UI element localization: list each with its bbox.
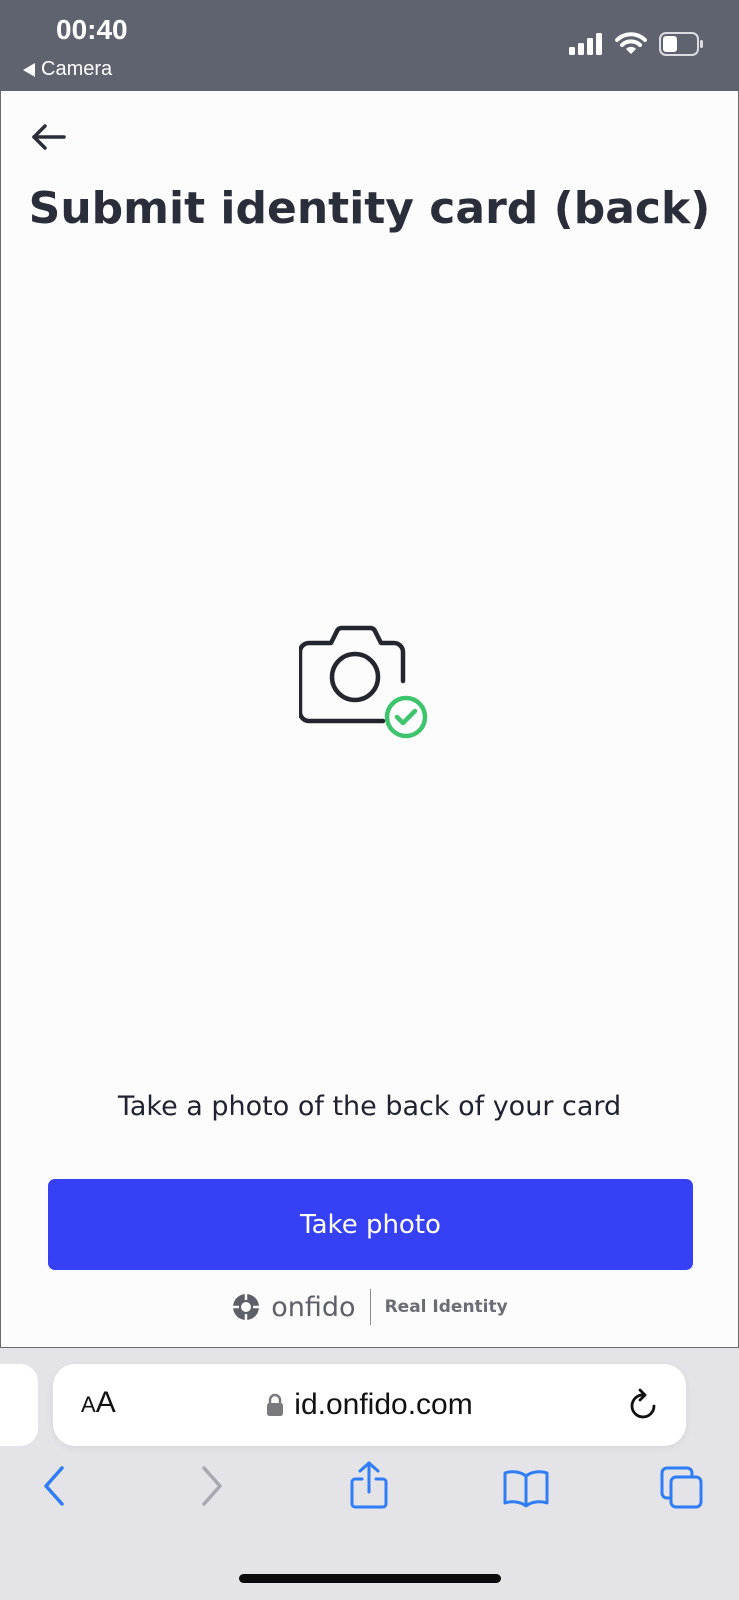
instruction-text: Take a photo of the back of your card — [117, 1091, 622, 1122]
web-page: Submit identity card (back) Take a photo… — [0, 91, 739, 1348]
back-icon[interactable] — [40, 1464, 70, 1508]
take-photo-button[interactable]: Take photo — [48, 1179, 693, 1270]
onfido-branding: onfido Real Identity — [1, 1287, 738, 1327]
status-bar: 00:40 Camera — [0, 0, 739, 91]
previous-tab-peek[interactable] — [0, 1364, 38, 1446]
brand-name: onfido — [271, 1291, 356, 1323]
brand-tagline: Real Identity — [384, 1297, 508, 1317]
browser-toolbar — [0, 1440, 739, 1540]
back-arrow-icon[interactable] — [31, 123, 67, 151]
tabs-icon[interactable] — [660, 1466, 704, 1510]
url-display[interactable]: id.onfido.com — [53, 1364, 686, 1446]
back-app-label: Camera — [41, 58, 113, 80]
lock-icon — [267, 1393, 284, 1416]
camera-check-icon — [299, 625, 428, 739]
address-bar[interactable]: AA id.onfido.com — [53, 1364, 686, 1446]
bookmarks-icon[interactable] — [502, 1468, 550, 1508]
back-to-app-link[interactable]: Camera — [23, 58, 112, 81]
battery-icon — [659, 32, 703, 56]
signal-icon — [569, 33, 602, 55]
wifi-icon — [615, 32, 647, 54]
home-indicator — [239, 1574, 501, 1583]
forward-icon[interactable] — [196, 1464, 226, 1508]
back-triangle-icon — [23, 62, 35, 77]
status-time: 00:40 — [56, 14, 128, 45]
page-title: Submit identity card (back) — [28, 183, 711, 234]
share-icon[interactable] — [349, 1460, 389, 1510]
status-icons — [569, 32, 705, 56]
reload-icon[interactable] — [628, 1388, 660, 1422]
url-text: id.onfido.com — [294, 1388, 473, 1421]
brand-divider — [369, 1289, 371, 1325]
onfido-logo-icon — [232, 1293, 261, 1321]
